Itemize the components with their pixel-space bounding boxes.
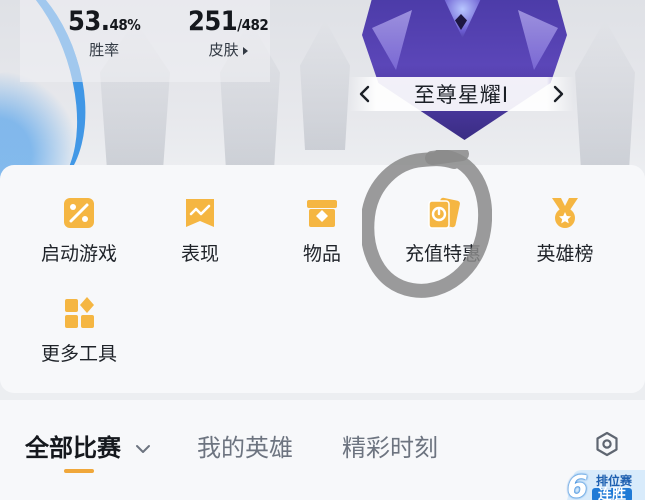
chevron-right-icon[interactable]: [550, 82, 568, 106]
tool-performance[interactable]: 表现: [150, 196, 250, 266]
performance-icon: [183, 196, 217, 230]
stats-card: 53.48% 胜率 251/482 皮肤: [20, 0, 270, 82]
skins-stat[interactable]: 251/482 皮肤: [188, 6, 269, 60]
active-tab-indicator: [64, 469, 94, 473]
tool-label: 表现: [180, 243, 219, 265]
hero-ranking-icon: [548, 196, 582, 230]
recharge-offer-icon: [426, 196, 460, 230]
rank-selector: 至尊星耀Ⅰ: [349, 77, 574, 111]
background-statue-decoration: [575, 20, 635, 170]
tab-my-heroes[interactable]: 我的英雄: [197, 428, 293, 463]
more-tools-icon: [62, 296, 96, 330]
rank-name: 至尊星耀Ⅰ: [413, 83, 510, 107]
winrate-stat[interactable]: 53.48% 胜率: [68, 6, 141, 60]
background-statue-decoration: [300, 20, 350, 150]
tool-more-tools[interactable]: 更多工具: [29, 296, 129, 366]
tab-all-matches[interactable]: 全部比赛: [25, 428, 151, 463]
tool-label: 启动游戏: [40, 243, 117, 265]
tool-label: 物品: [302, 243, 341, 265]
tool-label: 英雄榜: [536, 243, 594, 265]
tool-recharge-offer[interactable]: 充值特惠: [393, 196, 493, 266]
items-icon: [305, 196, 339, 230]
streak-number: 6: [567, 470, 588, 500]
chevron-left-icon[interactable]: [355, 82, 373, 106]
match-tabs-bar: 全部比赛 我的英雄 精彩时刻: [0, 400, 645, 500]
settings-icon[interactable]: [594, 431, 620, 457]
winrate-label: 胜率: [89, 41, 120, 59]
tool-hero-ranking[interactable]: 英雄榜: [515, 196, 615, 266]
skins-label: 皮肤: [188, 39, 268, 60]
tool-launch-game[interactable]: 启动游戏: [29, 196, 129, 266]
badge-subtitle: 连胜: [592, 488, 632, 500]
tool-items[interactable]: 物品: [272, 196, 372, 266]
launch-game-icon: [62, 196, 96, 230]
tab-highlights[interactable]: 精彩时刻: [342, 428, 438, 463]
chevron-down-icon: [136, 445, 151, 453]
caret-right-icon: [242, 46, 248, 55]
tool-label: 充值特惠: [404, 243, 481, 265]
skins-value: 251/482: [188, 6, 269, 37]
tool-label: 更多工具: [40, 343, 117, 365]
winrate-value: 53.48%: [68, 6, 141, 37]
